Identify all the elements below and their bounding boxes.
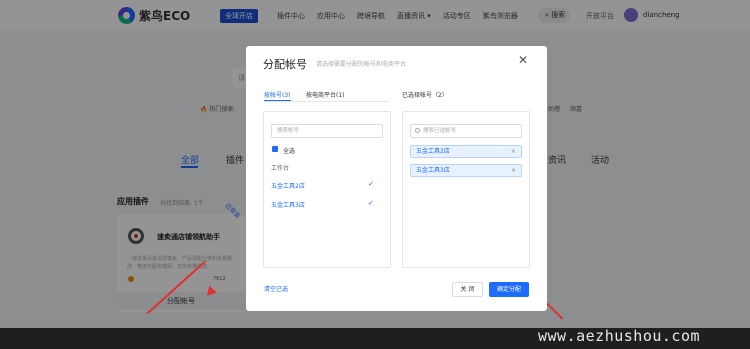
chip-label: 五金工具2店 xyxy=(416,148,450,155)
check-icon: ✓ xyxy=(368,199,374,207)
cancel-button[interactable]: 关 闭 xyxy=(452,282,483,297)
chip-label: 五金工具3店 xyxy=(416,167,450,174)
select-all-checkbox[interactable] xyxy=(272,146,278,152)
account-item[interactable]: 五金工具2店 xyxy=(271,181,305,190)
account-search-input[interactable]: 搜索帐号 xyxy=(271,124,383,138)
tabs-divider xyxy=(264,101,389,102)
dialog-subtitle: 请选择需要分配的帐号和电商平台 xyxy=(316,61,407,68)
remove-icon[interactable]: × xyxy=(511,146,516,157)
watermark: www.aezhushou.com xyxy=(538,327,701,345)
selected-accounts-label: 已选择帐号（2） xyxy=(402,92,448,99)
selected-account-chip: 五金工具2店 × xyxy=(410,145,522,158)
remove-icon[interactable]: × xyxy=(511,165,516,176)
clear-selected-link[interactable]: 清空已选 xyxy=(264,284,288,293)
selected-account-chip: 五金工具3店 × xyxy=(410,164,522,177)
tab-by-account[interactable]: 按帐号(3) xyxy=(264,90,291,99)
selected-search-input[interactable]: 搜索已选帐号 xyxy=(410,124,522,138)
search-icon xyxy=(415,128,420,133)
selected-search-placeholder: 搜索已选帐号 xyxy=(423,128,457,134)
dialog-title: 分配帐号 xyxy=(263,58,307,71)
close-icon[interactable]: ✕ xyxy=(518,53,528,67)
account-item[interactable]: 五金工具3店 xyxy=(271,200,305,209)
group-label: 工作台 xyxy=(271,165,290,172)
confirm-assign-button[interactable]: 确定分配 xyxy=(489,282,529,297)
select-all-label[interactable]: 全选 xyxy=(283,146,295,155)
tab-by-platform[interactable]: 按电商平台(1) xyxy=(306,90,345,99)
check-icon: ✓ xyxy=(368,180,374,188)
active-tab-underline xyxy=(264,100,291,101)
